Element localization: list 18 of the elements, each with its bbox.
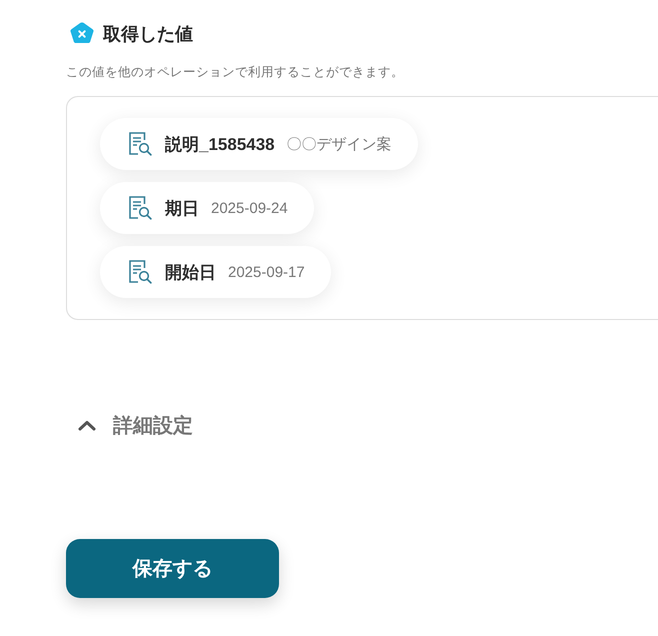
- document-search-icon: [128, 195, 152, 221]
- advanced-settings-label: 詳細設定: [113, 414, 193, 438]
- value-text: 2025-09-17: [228, 264, 305, 280]
- save-button[interactable]: 保存する: [66, 539, 279, 598]
- chevron-up-icon: [78, 420, 96, 430]
- document-search-icon: [128, 131, 152, 157]
- value-chip[interactable]: 説明_1585438 〇〇デザイン案: [100, 118, 418, 170]
- value-label: 開始日: [165, 262, 216, 284]
- value-chip[interactable]: 開始日 2025-09-17: [100, 246, 331, 298]
- value-label: 期日: [165, 198, 199, 220]
- advanced-settings-toggle[interactable]: 詳細設定: [78, 412, 193, 438]
- section-title: 取得した値: [103, 23, 193, 46]
- value-label: 説明_1585438: [165, 134, 275, 156]
- document-search-icon: [128, 259, 152, 285]
- value-text: 2025-09-24: [211, 200, 288, 216]
- section-description: この値を他のオペレーションで利用することができます。: [66, 64, 405, 81]
- value-text: 〇〇デザイン案: [286, 134, 392, 154]
- value-chip[interactable]: 期日 2025-09-24: [100, 182, 314, 234]
